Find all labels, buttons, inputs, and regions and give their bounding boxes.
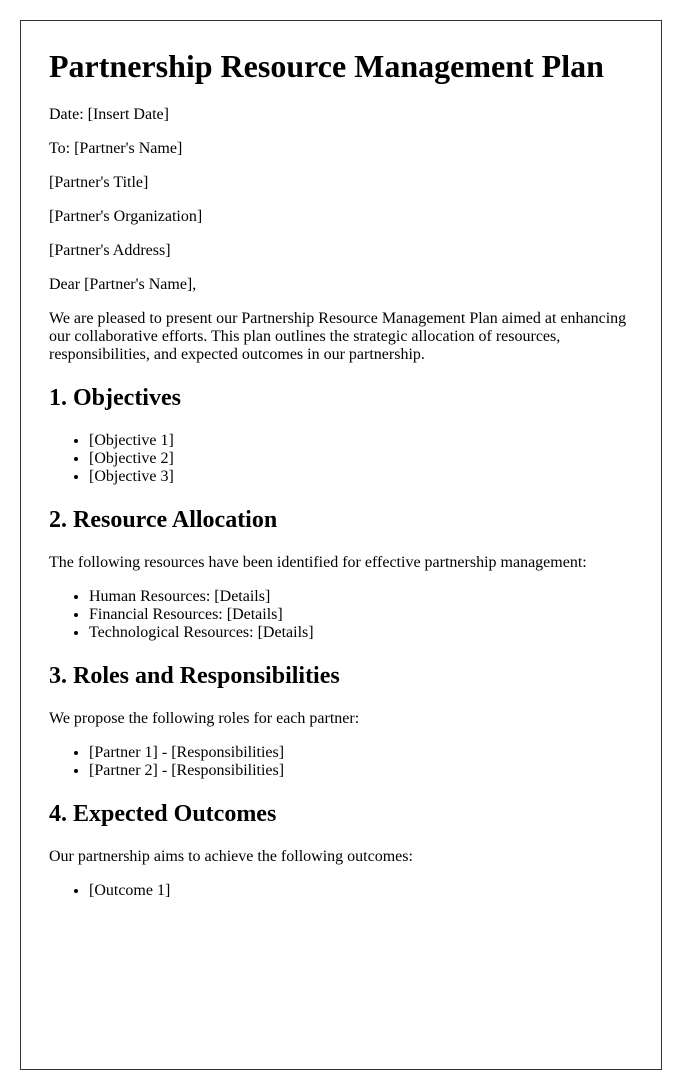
section-resource-allocation: 2. Resource Allocation The following res… <box>49 506 633 642</box>
outcomes-list: [Outcome 1] <box>49 882 633 900</box>
list-item: [Objective 2] <box>89 450 633 468</box>
recipient-address-line: [Partner's Address] <box>49 242 171 259</box>
intro-paragraph: We are pleased to present our Partnershi… <box>49 310 627 363</box>
resources-list: Human Resources: [Details] Financial Res… <box>49 588 633 642</box>
list-item: Financial Resources: [Details] <box>89 606 633 624</box>
list-item: [Outcome 1] <box>89 882 633 900</box>
recipient-title-line: [Partner's Title] <box>49 174 149 191</box>
section-heading: 3. Roles and Responsibilities <box>49 663 340 689</box>
recipient-organization-line: [Partner's Organization] <box>49 208 203 225</box>
list-item: Human Resources: [Details] <box>89 588 633 606</box>
section-lead: We propose the following roles for each … <box>49 710 360 727</box>
section-lead: The following resources have been identi… <box>49 554 587 571</box>
list-item: [Objective 3] <box>89 468 633 486</box>
objectives-list: [Objective 1] [Objective 2] [Objective 3… <box>49 432 633 486</box>
section-heading: 2. Resource Allocation <box>49 507 278 533</box>
salutation: Dear [Partner's Name], <box>49 276 197 293</box>
list-item: [Partner 1] - [Responsibilities] <box>89 744 633 762</box>
section-heading: 4. Expected Outcomes <box>49 801 277 827</box>
roles-list: [Partner 1] - [Responsibilities] [Partne… <box>49 744 633 780</box>
section-objectives: 1. Objectives [Objective 1] [Objective 2… <box>49 384 633 486</box>
recipient-name-line: To: [Partner's Name] <box>49 140 183 157</box>
section-lead: Our partnership aims to achieve the foll… <box>49 848 413 865</box>
list-item: [Objective 1] <box>89 432 633 450</box>
section-heading: 1. Objectives <box>49 385 181 411</box>
list-item: Technological Resources: [Details] <box>89 624 633 642</box>
date-line: Date: [Insert Date] <box>49 106 169 123</box>
section-roles-responsibilities: 3. Roles and Responsibilities We propose… <box>49 662 633 780</box>
list-item: [Partner 2] - [Responsibilities] <box>89 762 633 780</box>
document-title: Partnership Resource Management Plan <box>49 48 604 84</box>
letter-page: Partnership Resource Management Plan Dat… <box>20 20 662 1070</box>
section-expected-outcomes: 4. Expected Outcomes Our partnership aim… <box>49 800 633 900</box>
